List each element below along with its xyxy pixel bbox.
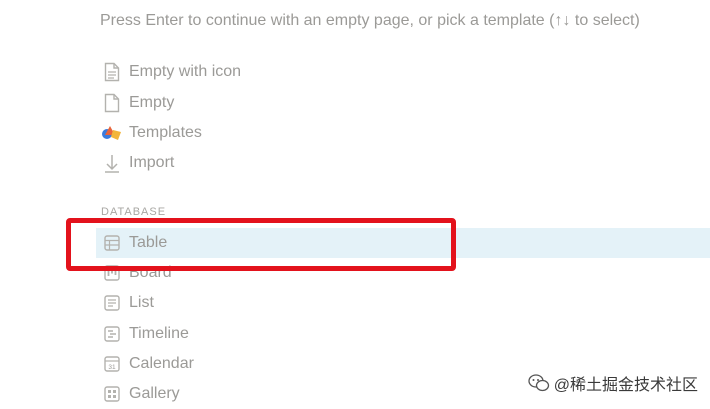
wechat-icon <box>528 373 550 393</box>
menu-item-table[interactable]: Table <box>96 228 710 258</box>
menu-item-label: Templates <box>129 124 202 141</box>
menu-item-label: Timeline <box>129 325 189 342</box>
menu-item-timeline[interactable]: Timeline <box>96 319 710 349</box>
menu-item-templates[interactable]: Templates <box>96 118 710 148</box>
timeline-icon <box>100 322 124 346</box>
menu-item-label: Table <box>129 234 168 251</box>
menu-item-label: Calendar <box>129 355 194 372</box>
list-icon <box>100 291 124 315</box>
menu-item-label: Board <box>129 264 172 281</box>
arrow-down-icon <box>100 151 124 175</box>
menu-item-label: Import <box>129 154 175 171</box>
menu-item-label: Empty with icon <box>129 63 242 80</box>
template-hint: Press Enter to continue with an empty pa… <box>100 12 640 29</box>
table-icon <box>100 231 124 255</box>
menu-item-label: Gallery <box>129 385 180 402</box>
board-icon <box>100 261 124 285</box>
calendar-icon: 31 <box>100 352 124 376</box>
menu-item-board[interactable]: Board <box>96 258 710 288</box>
templates-shapes-icon <box>100 121 124 145</box>
document-lines-icon <box>100 60 124 84</box>
calendar-icon-number: 31 <box>108 364 116 371</box>
document-icon <box>100 91 124 115</box>
menu-item-list[interactable]: List <box>96 288 710 318</box>
menu-item-label: Empty <box>129 94 175 111</box>
menu-item-import[interactable]: Import <box>96 148 710 178</box>
watermark-text: @稀土掘金技术社区 <box>553 377 698 394</box>
menu-item-label: List <box>129 294 154 311</box>
menu-item-empty[interactable]: Empty <box>96 88 710 118</box>
menu-item-empty-with-icon[interactable]: Empty with icon <box>96 57 710 87</box>
gallery-icon <box>100 382 124 406</box>
watermark: @稀土掘金技术社区 <box>528 371 698 395</box>
section-label-database: DATABASE <box>101 206 167 218</box>
